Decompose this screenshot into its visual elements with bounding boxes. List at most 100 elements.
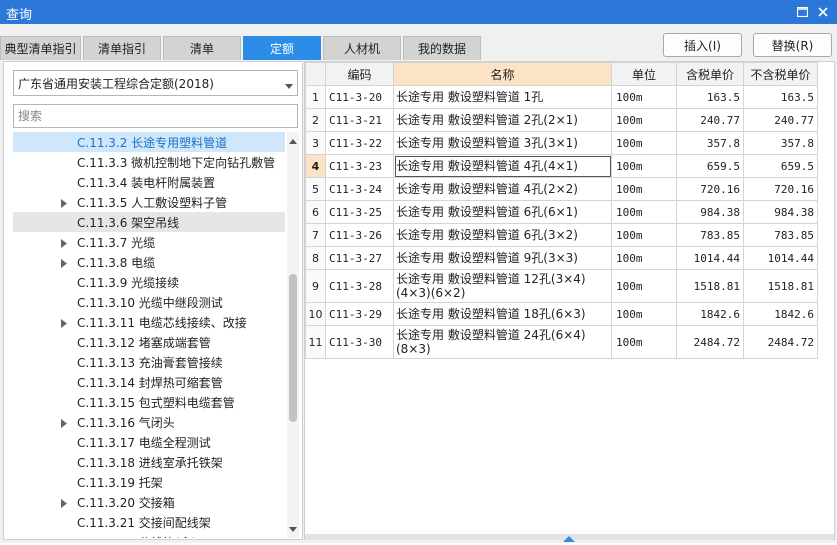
quota-unit-cell[interactable]: 100m [611,325,677,359]
quota-code-cell[interactable]: C11-3-23 [325,154,394,178]
tree-item[interactable]: C.11.3.15 包式塑料电缆套管 [13,392,285,412]
tab-typical-bill-guide[interactable]: 典型清单指引 [0,36,81,60]
quota-unit-cell[interactable]: 100m [611,269,677,303]
expand-arrow-icon[interactable] [61,257,67,271]
quota-code-cell[interactable]: C11-3-28 [325,269,394,303]
quota-unit-cell[interactable]: 100m [611,302,677,326]
quota-name-cell[interactable]: 长途专用 敷设塑料管道 6孔(6×1) [393,200,612,224]
quota-code-cell[interactable]: C11-3-27 [325,246,394,270]
table-row[interactable]: 4 C11-3-23 长途专用 敷设塑料管道 4孔(4×1) 100m 659.5 659… [305,154,818,178]
quota-code-cell[interactable]: C11-3-26 [325,223,394,247]
tab-my-data[interactable]: 我的数据 [403,36,481,60]
tab-bill-guide[interactable]: 清单指引 [83,36,161,60]
quota-code-cell[interactable]: C11-3-22 [325,131,394,155]
row-index-cell[interactable]: 5 [305,177,326,201]
quota-name-cell[interactable]: 长途专用 敷设塑料管道 4孔(2×2) [393,177,612,201]
quota-name-cell[interactable]: 长途专用 敷设塑料管道 1孔 [393,85,612,109]
quota-name-cell[interactable]: 长途专用 敷设塑料管道 4孔(4×1) [393,154,612,178]
tree-item[interactable]: C.11.3.12 堵塞成端套管 [13,332,285,352]
expand-arrow-icon[interactable] [61,537,67,538]
scrollbar-thumb[interactable] [289,274,297,422]
price-with-tax-cell[interactable]: 720.16 [676,177,744,201]
tree-scrollbar[interactable] [287,132,299,538]
tree-item[interactable]: C.11.3.19 托架 [13,472,285,492]
price-without-tax-cell[interactable]: 659.5 [743,154,818,178]
row-index-cell[interactable]: 9 [305,269,326,303]
col-price-notax-header[interactable]: 不含税单价 [743,62,818,86]
price-with-tax-cell[interactable]: 1518.81 [676,269,744,303]
quota-unit-cell[interactable]: 100m [611,85,677,109]
table-row[interactable]: 2 C11-3-21 长途专用 敷设塑料管道 2孔(2×1) 100m 240.77 24… [305,108,818,132]
title-bar[interactable]: 查询 [0,0,837,24]
tree-item[interactable]: C.11.3.11 电缆芯线接续、改接 [13,312,285,332]
quota-unit-cell[interactable]: 100m [611,177,677,201]
price-with-tax-cell[interactable]: 1014.44 [676,246,744,270]
price-with-tax-cell[interactable]: 163.5 [676,85,744,109]
scroll-up-icon[interactable] [289,134,297,148]
scroll-down-icon[interactable] [289,522,297,536]
quota-name-cell[interactable]: 长途专用 敷设塑料管道 2孔(2×1) [393,108,612,132]
tree-item[interactable]: C.11.3.7 光缆 [13,232,285,252]
maximize-icon[interactable] [792,2,812,22]
row-index-cell[interactable]: 1 [305,85,326,109]
price-without-tax-cell[interactable]: 1014.44 [743,246,818,270]
table-row[interactable]: 7 C11-3-26 长途专用 敷设塑料管道 6孔(3×2) 100m 783.85 78… [305,223,818,247]
tree-item[interactable]: C.11.3.21 交接间配线架 [13,512,285,532]
expand-arrow-icon[interactable] [61,497,67,511]
price-without-tax-cell[interactable]: 1842.6 [743,302,818,326]
tree-item[interactable]: C.11.3.4 装电杆附属装置 [13,172,285,192]
tab-labor-material-machine[interactable]: 人材机 [323,36,401,60]
quota-code-cell[interactable]: C11-3-24 [325,177,394,201]
table-row[interactable]: 8 C11-3-27 长途专用 敷设塑料管道 9孔(3×3) 100m 1014.44 1… [305,246,818,270]
row-index-cell[interactable]: 10 [305,302,326,326]
price-with-tax-cell[interactable]: 984.38 [676,200,744,224]
tree-item[interactable]: C.11.3.16 气闭头 [13,412,285,432]
col-price-tax-header[interactable]: 含税单价 [676,62,744,86]
expand-arrow-icon[interactable] [61,417,67,431]
row-index-cell[interactable]: 8 [305,246,326,270]
tree-item[interactable]: C.11.3.6 架空吊线 [13,212,285,232]
table-row[interactable]: 3 C11-3-22 长途专用 敷设塑料管道 3孔(3×1) 100m 357.8 357… [305,131,818,155]
tree-item[interactable]: C.11.3.10 光缆中继段测试 [13,292,285,312]
expand-arrow-icon[interactable] [61,237,67,251]
quota-library-select[interactable]: 广东省通用安装工程综合定额(2018) [13,70,298,96]
price-with-tax-cell[interactable]: 240.77 [676,108,744,132]
col-unit-header[interactable]: 单位 [611,62,677,86]
col-code-header[interactable]: 编码 [325,62,394,86]
table-row[interactable]: 1 C11-3-20 长途专用 敷设塑料管道 1孔 100m 163.5 163.5 [305,85,818,109]
price-with-tax-cell[interactable]: 783.85 [676,223,744,247]
quota-unit-cell[interactable]: 100m [611,154,677,178]
quota-unit-cell[interactable]: 100m [611,200,677,224]
price-with-tax-cell[interactable]: 659.5 [676,154,744,178]
quota-name-cell[interactable]: 长途专用 敷设塑料管道 9孔(3×3) [393,246,612,270]
price-without-tax-cell[interactable]: 1518.81 [743,269,818,303]
row-index-cell[interactable]: 2 [305,108,326,132]
quota-name-cell[interactable]: 长途专用 敷设塑料管道 12孔(3×4)(4×3)(6×2) [393,269,612,303]
quota-code-cell[interactable]: C11-3-30 [325,325,394,359]
quota-code-cell[interactable]: C11-3-25 [325,200,394,224]
grid-splitter[interactable] [305,534,834,542]
row-index-cell[interactable]: 11 [305,325,326,359]
quota-name-cell[interactable]: 长途专用 敷设塑料管道 6孔(3×2) [393,223,612,247]
price-without-tax-cell[interactable]: 163.5 [743,85,818,109]
quota-unit-cell[interactable]: 100m [611,131,677,155]
tree-item[interactable]: C.11.3.20 交接箱 [13,492,285,512]
search-input[interactable] [13,104,298,128]
price-without-tax-cell[interactable]: 357.8 [743,131,818,155]
price-with-tax-cell[interactable]: 1842.6 [676,302,744,326]
col-name-header[interactable]: 名称 [393,62,612,86]
table-row[interactable]: 6 C11-3-25 长途专用 敷设塑料管道 6孔(6×1) 100m 984.38 98… [305,200,818,224]
quota-unit-cell[interactable]: 100m [611,108,677,132]
tree-item[interactable]: C.11.3.14 封焊热可缩套管 [13,372,285,392]
price-without-tax-cell[interactable]: 984.38 [743,200,818,224]
tab-bill[interactable]: 清单 [163,36,241,60]
tree-item[interactable]: C.11.3.17 电缆全程测试 [13,432,285,452]
tree-item[interactable]: C.11.3.22 分线箱(盒) [13,532,285,539]
tab-quota[interactable]: 定额 [243,36,321,60]
quota-unit-cell[interactable]: 100m [611,223,677,247]
tree-item[interactable]: C.11.3.8 电缆 [13,252,285,272]
quota-code-cell[interactable]: C11-3-20 [325,85,394,109]
chevron-down-icon[interactable] [285,79,293,93]
tree-item[interactable]: C.11.3.3 微机控制地下定向钻孔敷管 [13,152,285,172]
row-index-cell[interactable]: 3 [305,131,326,155]
